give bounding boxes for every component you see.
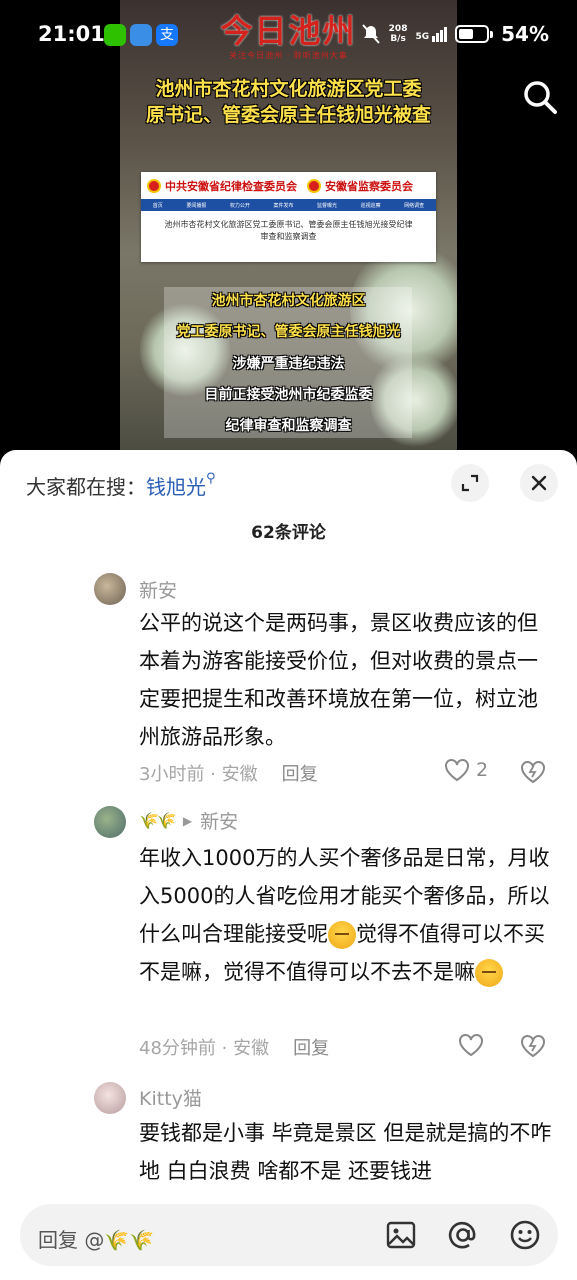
comment-location: 安徽 bbox=[221, 764, 258, 785]
comment-meta: 3小时前 · 安徽 回复 bbox=[139, 760, 318, 786]
expand-button[interactable] bbox=[451, 464, 489, 502]
heart-icon bbox=[445, 759, 469, 782]
news-screenshot-card: 中共安徽省纪律检查委员会 安徽省监察委员会 首页 要闻播报 权力公开 案件发布 … bbox=[141, 172, 436, 262]
reply-input-bar: 回复 @🌾🌾 bbox=[0, 1190, 577, 1280]
mute-icon bbox=[361, 24, 380, 44]
dislike-heart-icon[interactable] bbox=[520, 760, 546, 784]
comment-text: 年收入1000万的人买个奢侈品是日常，月收入5000的人省吃俭用才能买个奢侈品，… bbox=[139, 839, 553, 991]
smirk-emoji-icon bbox=[328, 921, 356, 949]
card-text: 池州市杏花村文化旅游区党工委原书记、管委会原主任钱旭光接受纪律审查和监察调查 bbox=[164, 220, 413, 241]
hot-search-label: 大家都在搜： bbox=[26, 475, 146, 499]
dislike-heart-icon[interactable] bbox=[520, 1034, 546, 1058]
org-1: 中共安徽省纪律检查委员会 bbox=[147, 178, 297, 194]
comment-text: 公平的说这个是两码事，景区收费应该的但本着为游客能接受价位，但对收费的景点一定要… bbox=[139, 611, 538, 749]
like-button[interactable]: 2 bbox=[444, 758, 488, 782]
comment-count: 62条评论 bbox=[251, 523, 326, 543]
video-headline: 池州市杏花村文化旅游区党工委 原书记、管委会原主任钱旭光被查 bbox=[120, 76, 457, 128]
close-button[interactable] bbox=[520, 464, 558, 502]
like-button[interactable] bbox=[458, 1033, 484, 1057]
reply-arrow-icon: ▶ bbox=[182, 813, 193, 828]
image-icon[interactable] bbox=[384, 1218, 418, 1252]
clock: 21:01 bbox=[38, 22, 105, 46]
status-right: 208 B/s 5G 54% bbox=[361, 22, 549, 46]
reply-to-user[interactable]: 新安 bbox=[200, 807, 238, 834]
card-nav-item: 巡视巡察 bbox=[360, 202, 381, 209]
hot-search: 大家都在搜：钱旭光⚲ bbox=[26, 471, 216, 500]
battery-icon bbox=[455, 25, 494, 43]
search-small-icon: ⚲ bbox=[206, 471, 216, 486]
card-nav-item: 网络调查 bbox=[404, 202, 425, 209]
party-emblem-icon bbox=[147, 178, 161, 193]
comment-username[interactable]: 新安 bbox=[139, 576, 177, 603]
card-nav-item: 监督曝光 bbox=[317, 202, 338, 209]
network-type: 5G bbox=[415, 31, 430, 42]
caption-line: 池州市杏花村文化旅游区 bbox=[211, 293, 366, 309]
reply-button[interactable]: 回复 bbox=[293, 1034, 329, 1060]
search-icon[interactable] bbox=[521, 78, 559, 116]
caption-line: 涉嫌严重违纪违法 bbox=[232, 356, 345, 372]
heart-icon bbox=[459, 1034, 483, 1057]
caption-line: 纪律审查和监察调查 bbox=[225, 418, 352, 434]
smirk-emoji-icon bbox=[475, 959, 503, 987]
comments-sheet: 大家都在搜：钱旭光⚲ 62条评论 新安 公平的说这个是两码事，景区收费应该的但本… bbox=[0, 450, 577, 1280]
reply-input[interactable]: 回复 @🌾🌾 bbox=[20, 1204, 558, 1266]
card-nav-item: 要闻播报 bbox=[186, 202, 207, 209]
headline-line-2: 原书记、管委会原主任钱旭光被查 bbox=[145, 104, 431, 126]
comment-time: 48分钟前 bbox=[139, 1038, 216, 1059]
card-nav-item: 权力公开 bbox=[229, 202, 250, 209]
comment-location: 安徽 bbox=[233, 1038, 270, 1059]
card-nav-item: 首页 bbox=[152, 202, 163, 209]
national-emblem-icon bbox=[307, 178, 321, 193]
wechat-icon bbox=[104, 24, 126, 46]
expand-icon bbox=[461, 474, 479, 492]
at-icon[interactable] bbox=[446, 1218, 480, 1252]
reply-button[interactable]: 回复 bbox=[282, 760, 318, 786]
caption-line: 目前正接受池州市纪委监委 bbox=[204, 387, 373, 403]
close-icon bbox=[531, 475, 547, 491]
emoji-icon[interactable] bbox=[508, 1218, 542, 1252]
hot-search-term[interactable]: 钱旭光⚲ bbox=[146, 471, 216, 499]
card-nav: 首页 要闻播报 权力公开 案件发布 监督曝光 巡视巡察 网络调查 bbox=[141, 199, 436, 211]
comment-username[interactable]: 🌾🌾 ▶ 新安 bbox=[139, 807, 238, 834]
headline-line-1: 池州市杏花村文化旅游区党工委 bbox=[155, 78, 422, 100]
status-bar: 21:01 支 208 B/s 5G 54% bbox=[0, 0, 577, 70]
avatar[interactable] bbox=[94, 806, 126, 838]
avatar[interactable] bbox=[94, 1082, 126, 1114]
comment-meta: 48分钟前 · 安徽 回复 bbox=[139, 1034, 329, 1060]
caption-line: 党工委原书记、管委会原主任钱旭光 bbox=[176, 324, 401, 340]
reply-placeholder: 回复 @🌾🌾 bbox=[38, 1228, 155, 1252]
network-speed: 208 B/s bbox=[388, 24, 408, 44]
screen: 今日池州 关注今日池州 · 聆听池州大事 池州市杏花村文化旅游区党工委 原书记、… bbox=[0, 0, 577, 1280]
comment-username[interactable]: Kitty猫 bbox=[139, 1084, 202, 1111]
battery-percent: 54% bbox=[501, 22, 549, 46]
like-count: 2 bbox=[476, 759, 489, 781]
card-nav-item: 案件发布 bbox=[273, 202, 294, 209]
alipay-icon: 支 bbox=[156, 24, 178, 46]
app-icon bbox=[130, 24, 152, 46]
org-2: 安徽省监察委员会 bbox=[307, 178, 413, 194]
comment-text: 要钱都是小事 毕竟是景区 但是就是搞的不咋地 白白浪费 啥都不是 还要钱进 bbox=[139, 1121, 552, 1183]
avatar[interactable] bbox=[94, 573, 126, 605]
signal-icon: 5G bbox=[415, 26, 448, 42]
comment-time: 3小时前 bbox=[139, 764, 205, 785]
